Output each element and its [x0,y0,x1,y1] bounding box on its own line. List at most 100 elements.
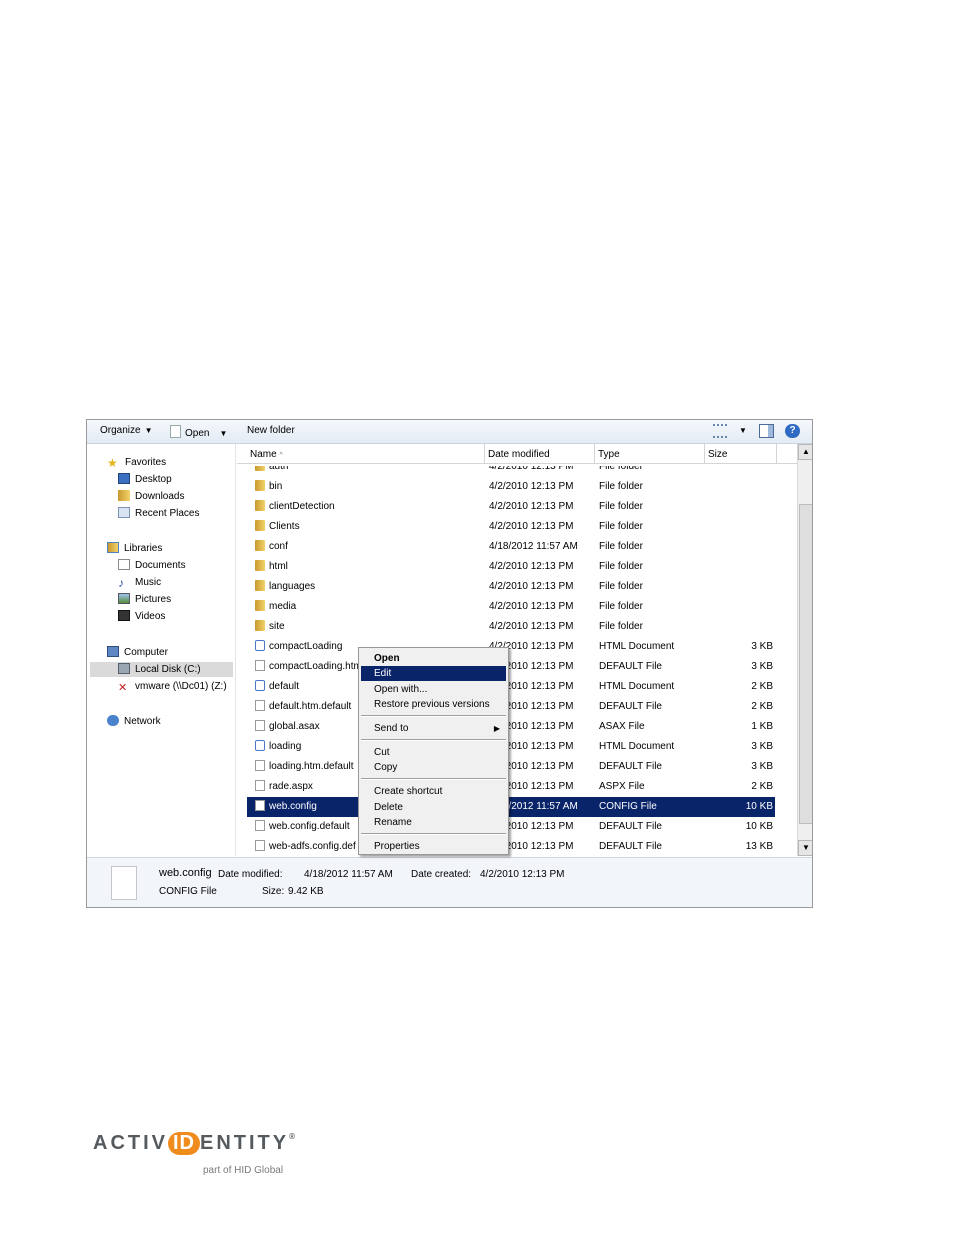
nav-desktop[interactable]: Desktop [118,472,172,487]
menu-item-copy[interactable]: Copy [361,760,506,775]
file-row[interactable]: loading.htm.default 4/2/2010 12:13 PM DEFA… [247,757,775,777]
nav-network-drive[interactable]: ✕ vmware (\\Dc01) (Z:) [118,679,227,694]
file-row[interactable]: media 4/2/2010 12:13 PM File folder [247,597,775,617]
file-row[interactable]: bin 4/2/2010 12:13 PM File folder [247,477,775,497]
file-row-selected[interactable]: web.config 4/18/2012 11:57 AM CONFIG File 1… [247,797,775,817]
file-name-text: loading [269,741,302,752]
menu-item-edit[interactable]: Edit [361,666,506,681]
scroll-thumb[interactable] [799,504,812,824]
file-row[interactable]: languages 4/2/2010 12:13 PM File folder [247,577,775,597]
file-row[interactable]: web.config.default 4/2/2010 12:13 PM DEFAU… [247,817,775,837]
nav-downloads[interactable]: Downloads [118,489,184,504]
menu-item-open-with[interactable]: Open with... [361,682,506,697]
nav-documents[interactable]: Documents [118,558,186,573]
organize-button[interactable]: Organize ▼ [100,425,153,436]
preview-pane-icon[interactable] [759,424,774,438]
details-date-created-label: Date created: [411,869,472,880]
file-row[interactable]: compactLoading 4/2/2010 12:13 PM HTML Docu… [247,637,775,657]
file-name-text: compactLoading [269,641,343,652]
file-row[interactable]: default 4/2/2010 12:13 PM HTML Document 2 K… [247,677,775,697]
chevron-down-icon: ▼ [144,426,153,435]
nav-network[interactable]: Network [107,714,161,729]
file-row[interactable]: loading 4/2/2010 12:13 PM HTML Document 3 K… [247,737,775,757]
submenu-arrow-icon: ▶ [493,724,500,733]
file-name-text: default [269,681,300,692]
menu-separator [361,833,506,835]
file-name-text: html [269,561,288,572]
file-icon [255,820,265,831]
file-type: File folder [599,521,643,532]
html-document-icon [255,680,265,691]
folder-icon [255,560,265,571]
file-name-text: web.config.default [269,821,350,832]
view-options-icon[interactable] [713,424,727,438]
scroll-down-arrow-icon[interactable]: ▼ [798,840,812,856]
logo-tagline: part of HID Global [203,1165,284,1176]
menu-item-create-shortcut[interactable]: Create shortcut [361,784,506,799]
menu-item-cut[interactable]: Cut [361,745,506,760]
file-type: ASPX File [599,781,645,792]
nav-libraries[interactable]: Libraries [107,541,162,556]
nav-music[interactable]: ♪ Music [118,575,161,590]
file-name-text: compactLoading.htm [269,661,362,672]
nav-local-disk[interactable]: Local Disk (C:) [90,662,233,677]
help-icon[interactable]: ? [785,424,800,438]
nav-pictures[interactable]: Pictures [118,592,171,607]
file-row[interactable]: site 4/2/2010 12:13 PM File folder [247,617,775,637]
network-icon [107,715,119,726]
file-name: compactLoading [255,637,342,657]
file-row[interactable]: rade.aspx 4/2/2010 12:13 PM ASPX File 2 KB [247,777,775,797]
folder-icon [255,500,265,511]
nav-favorites[interactable]: ★ Favorites [107,455,166,470]
file-row[interactable]: conf 4/18/2012 11:57 AM File folder [247,537,775,557]
file-row[interactable]: Clients 4/2/2010 12:13 PM File folder [247,517,775,537]
file-name: web-adfs.config.def [255,837,356,856]
nav-label: Computer [124,647,168,658]
menu-item-rename[interactable]: Rename [361,815,506,830]
open-button[interactable]: Open ▼ [170,425,227,439]
file-name: loading.htm.default [255,757,354,777]
folder-icon [255,620,265,631]
file-size: 3 KB [751,641,773,652]
chevron-down-icon[interactable]: ▼ [739,426,747,435]
nav-videos[interactable]: Videos [118,609,165,624]
open-label: Open [185,428,210,439]
menu-item-delete[interactable]: Delete [361,800,506,815]
file-row[interactable]: clientDetection 4/2/2010 12:13 PM File fol… [247,497,775,517]
file-date: 4/2/2010 12:13 PM [489,561,574,572]
column-size[interactable]: Size [705,444,777,463]
nav-computer[interactable]: Computer [107,645,168,660]
column-type[interactable]: Type [595,444,705,463]
file-name: media [255,597,296,617]
details-type: CONFIG File [159,886,217,897]
file-row[interactable]: compactLoading.htm 4/2/2010 12:13 PM DEFAU… [247,657,775,677]
file-size: 2 KB [751,681,773,692]
nav-label: Local Disk (C:) [135,664,201,675]
file-name-text: web-adfs.config.def [269,841,356,852]
file-name-text: web.config [269,801,317,812]
menu-item-open[interactable]: Open [361,651,506,666]
file-size: 10 KB [745,821,773,832]
nav-label: Network [124,716,161,727]
file-row[interactable]: global.asax 4/2/2010 12:13 PM ASAX File 1 K… [247,717,775,737]
folder-icon [255,580,265,591]
nav-recent-places[interactable]: Recent Places [118,506,199,521]
new-folder-button[interactable]: New folder [247,425,295,436]
computer-icon [107,646,119,657]
scroll-up-arrow-icon[interactable]: ▲ [798,444,812,460]
file-row[interactable]: web-adfs.config.def 4/2/2010 12:13 PM DEFA… [247,837,775,856]
file-type: DEFAULT File [599,701,662,712]
vertical-scrollbar[interactable]: ▲ ▼ [797,444,812,856]
column-name[interactable]: Name ^ [247,444,485,463]
file-name-text: loading.htm.default [269,761,354,772]
menu-item-send-to[interactable]: Send to ▶ [361,721,506,736]
file-name: compactLoading.htm [255,657,362,677]
folder-icon [255,480,265,491]
column-date-modified[interactable]: Date modified [485,444,595,463]
nav-label: vmware (\\Dc01) (Z:) [135,681,227,692]
file-list: auth 4/2/2010 12:13 PM File folder bin 4/2/2… [237,444,797,856]
file-row[interactable]: default.htm.default 4/2/2010 12:13 PM DEFA… [247,697,775,717]
menu-item-restore-previous-versions[interactable]: Restore previous versions [361,697,506,712]
file-row[interactable]: html 4/2/2010 12:13 PM File folder [247,557,775,577]
menu-item-properties[interactable]: Properties [361,839,506,854]
